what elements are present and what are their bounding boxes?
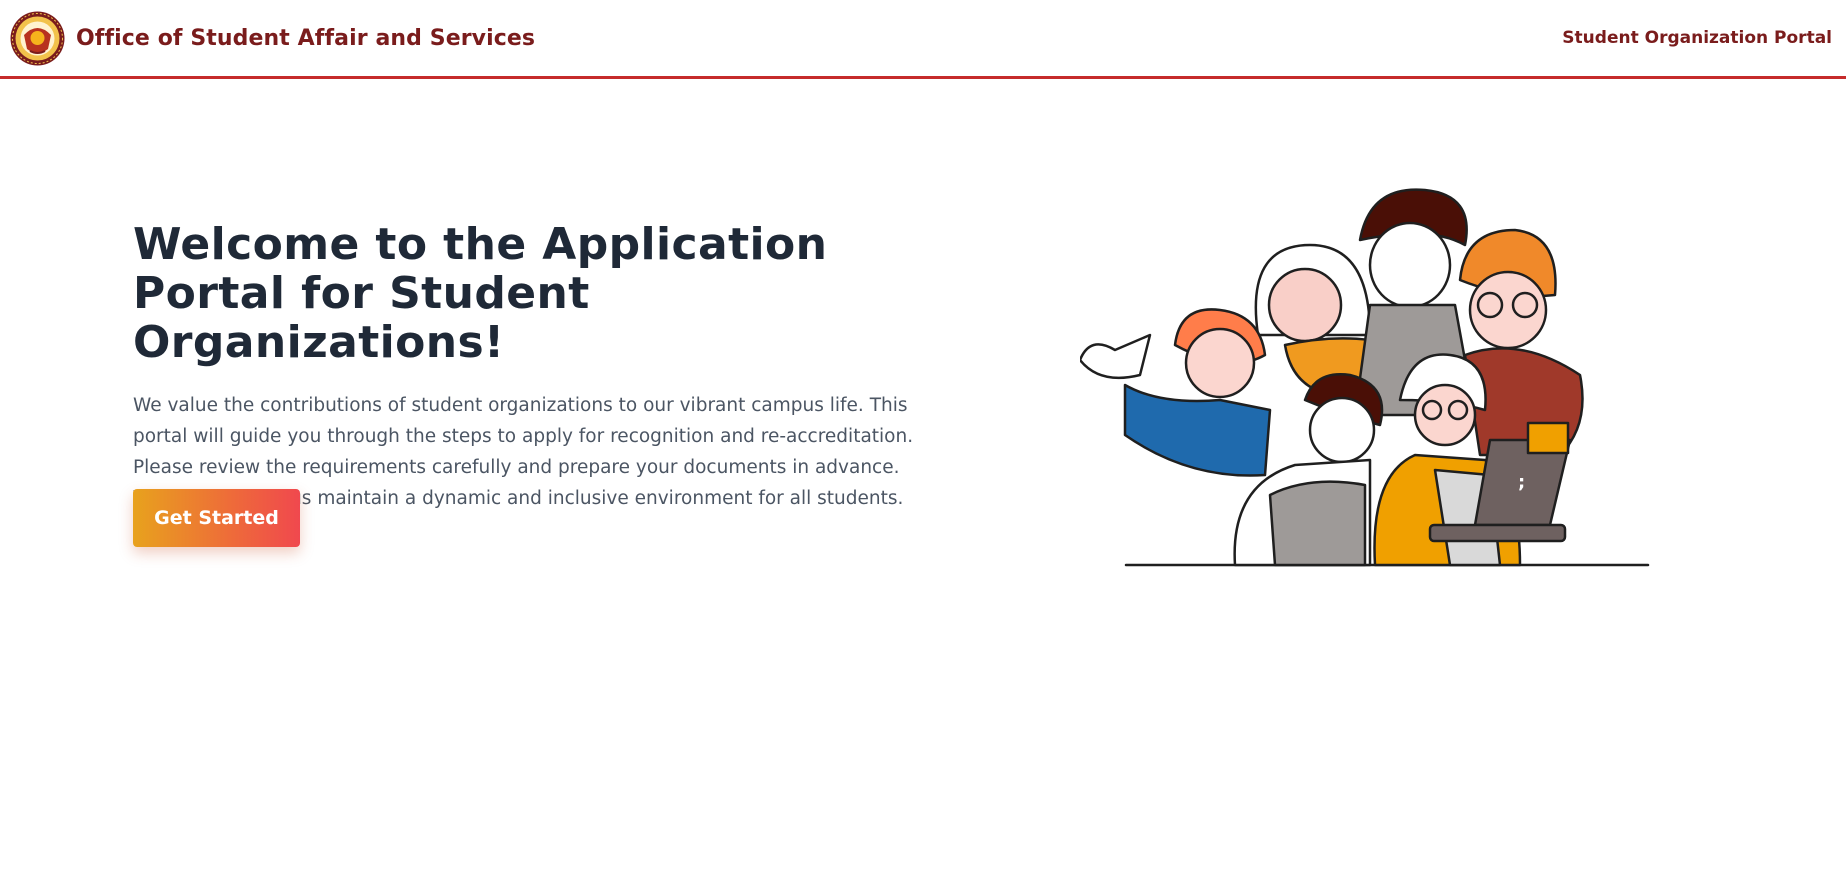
laptop-glyph: ; bbox=[1518, 472, 1525, 493]
university-seal-logo-icon[interactable] bbox=[10, 11, 65, 66]
hero-title: Welcome to the Application Portal for St… bbox=[133, 219, 828, 368]
students-group-illustration-icon: ; bbox=[1080, 188, 1650, 567]
student-organization-portal-link[interactable]: Student Organization Portal bbox=[1562, 28, 1832, 48]
site-title: Office of Student Affair and Services bbox=[76, 25, 536, 51]
site-header: Office of Student Affair and Services St… bbox=[0, 0, 1846, 79]
get-started-button[interactable]: Get Started bbox=[133, 489, 300, 547]
brand[interactable]: Office of Student Affair and Services bbox=[10, 11, 535, 66]
hero-section: Welcome to the Application Portal for St… bbox=[133, 220, 953, 514]
